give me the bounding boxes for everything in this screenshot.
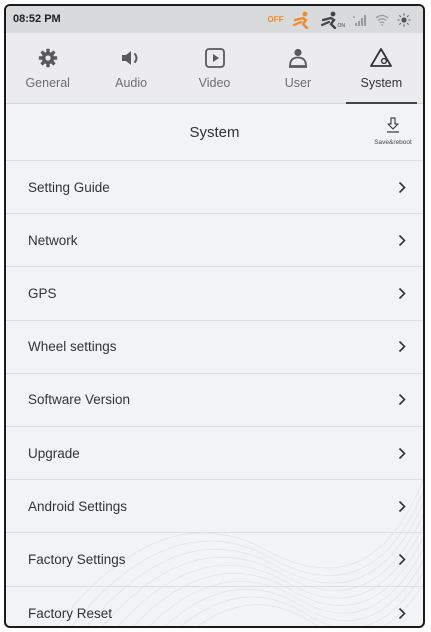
tab-general[interactable]: General bbox=[6, 33, 89, 103]
chevron-right-icon bbox=[397, 446, 407, 460]
airbag-on-icon: ON bbox=[320, 11, 346, 29]
chevron-right-icon bbox=[397, 180, 407, 194]
status-icons: OFF ON x bbox=[268, 9, 412, 30]
chevron-right-icon bbox=[397, 499, 407, 513]
list-item-software-version[interactable]: Software Version bbox=[6, 374, 423, 427]
speaker-icon bbox=[120, 46, 142, 70]
system-icon bbox=[369, 46, 393, 70]
list-item-android-settings[interactable]: Android Settings bbox=[6, 480, 423, 534]
gear-icon bbox=[38, 46, 58, 70]
settings-tab-bar: General Audio Video User System bbox=[6, 33, 423, 104]
tab-video[interactable]: Video bbox=[173, 33, 256, 103]
airbag-off-label: OFF bbox=[267, 15, 284, 24]
list-item-label: Setting Guide bbox=[28, 179, 110, 195]
user-icon bbox=[287, 46, 309, 70]
status-bar: 08:52 PM OFF ON x bbox=[6, 6, 423, 33]
play-icon bbox=[204, 46, 226, 70]
list-item-gps[interactable]: GPS bbox=[6, 267, 423, 321]
list-item-wheel-settings[interactable]: Wheel settings bbox=[6, 321, 423, 374]
list-item-label: Android Settings bbox=[28, 498, 128, 514]
list-item-factory-settings[interactable]: Factory Settings bbox=[6, 533, 423, 587]
tab-system[interactable]: System bbox=[340, 33, 423, 104]
chevron-right-icon bbox=[397, 393, 407, 407]
list-item-label: Factory Reset bbox=[28, 605, 113, 621]
status-time: 08:52 PM bbox=[13, 13, 61, 25]
list-item-upgrade[interactable]: Upgrade bbox=[6, 427, 423, 481]
tab-user[interactable]: User bbox=[256, 33, 339, 103]
list-item-setting-guide[interactable]: Setting Guide bbox=[6, 161, 423, 215]
tab-user-label: User bbox=[284, 76, 312, 90]
download-icon bbox=[385, 117, 401, 138]
list-item-label: Wheel settings bbox=[28, 339, 117, 355]
cellular-signal-icon: x bbox=[353, 14, 367, 26]
chevron-right-icon bbox=[397, 233, 407, 247]
tab-audio[interactable]: Audio bbox=[89, 33, 172, 103]
airbag-on-label: ON bbox=[337, 22, 346, 29]
list-item-label: Upgrade bbox=[28, 445, 80, 461]
brightness-icon bbox=[397, 13, 411, 27]
page-title: System bbox=[189, 123, 240, 141]
list-item-network[interactable]: Network bbox=[6, 214, 423, 268]
svg-text:x: x bbox=[353, 14, 355, 19]
tab-audio-label: Audio bbox=[115, 76, 148, 90]
chevron-right-icon bbox=[397, 340, 407, 354]
airbag-off-icon bbox=[292, 11, 312, 29]
system-settings-list: Setting Guide Network GPS Wheel settings… bbox=[6, 161, 423, 627]
save-reboot-label: Save&reboot bbox=[374, 139, 412, 146]
list-item-factory-reset[interactable]: Factory Reset bbox=[6, 587, 423, 627]
chevron-right-icon bbox=[397, 606, 407, 620]
list-item-label: Factory Settings bbox=[28, 551, 126, 567]
page-header: System Save&reboot bbox=[6, 104, 423, 161]
list-item-label: Software Version bbox=[28, 392, 131, 408]
tab-general-label: General bbox=[25, 76, 70, 90]
chevron-right-icon bbox=[397, 552, 407, 566]
list-item-label: Network bbox=[28, 232, 78, 248]
device-screen: 08:52 PM OFF ON x General Audio Video Us… bbox=[4, 4, 425, 628]
tab-video-label: Video bbox=[198, 76, 231, 90]
chevron-right-icon bbox=[397, 286, 407, 300]
wifi-icon bbox=[375, 14, 389, 26]
save-reboot-button[interactable]: Save&reboot bbox=[371, 117, 415, 146]
list-item-label: GPS bbox=[28, 285, 57, 301]
tab-system-label: System bbox=[360, 76, 403, 90]
